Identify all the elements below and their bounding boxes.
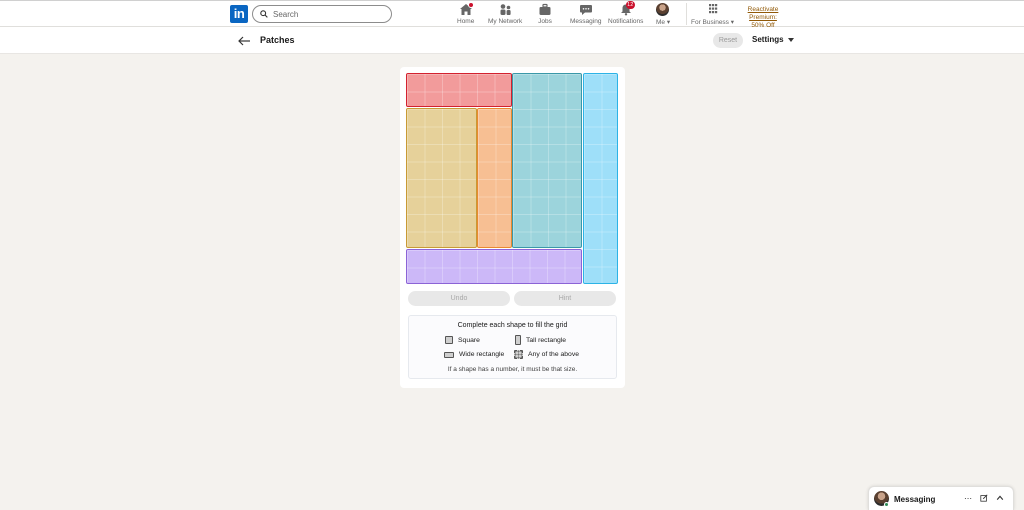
nav-jobs[interactable]: Jobs [538, 3, 552, 27]
compose-icon[interactable] [980, 494, 988, 504]
legend-note: If a shape has a number, it must be that… [447, 366, 578, 373]
top-nav: in Home My Network Jobs [0, 0, 1024, 29]
legend-square-label: Square [458, 336, 480, 344]
back-arrow-icon[interactable] [237, 34, 251, 46]
premium-line1: Reactivate Premium: [747, 6, 779, 21]
legend-any: Any of the above [514, 350, 579, 359]
home-icon [459, 2, 474, 16]
chevron-down-icon: ▾ [730, 19, 735, 26]
chat-icon [579, 3, 593, 16]
chevron-up-icon[interactable] [996, 494, 1004, 504]
puzzle-grid[interactable] [406, 73, 618, 285]
hint-button[interactable]: Hint [514, 291, 616, 306]
game-header: Patches Reset Settings [0, 27, 1024, 54]
nav-for-business-label: For Business ▾ [691, 19, 735, 26]
shape-legend: Complete each shape to fill the grid Squ… [408, 315, 617, 379]
nav-my-network-label: My Network [488, 18, 523, 25]
home-notification-dot [467, 2, 474, 8]
online-status-dot [884, 502, 889, 507]
nav-divider [686, 3, 687, 25]
nav-my-network[interactable]: My Network [488, 3, 522, 27]
legend-wide: Wide rectangle [444, 351, 504, 358]
game-controls: Undo Hint [408, 291, 616, 306]
legend-wide-label: Wide rectangle [459, 351, 505, 358]
game-card: Undo Hint Complete each shape to fill th… [400, 67, 625, 388]
page-title: Patches [260, 35, 295, 45]
network-icon [498, 3, 512, 16]
nav-jobs-label: Jobs [538, 18, 552, 25]
undo-button[interactable]: Undo [408, 291, 510, 306]
nav-home-label: Home [457, 18, 475, 25]
patch-purple[interactable] [406, 249, 582, 284]
messaging-title: Messaging [894, 495, 936, 504]
patch-teal[interactable] [512, 73, 582, 248]
caret-down-icon [787, 37, 794, 42]
bell-icon: 12 [619, 1, 635, 16]
patch-red[interactable] [406, 73, 512, 107]
settings-label: Settings [752, 35, 784, 44]
legend-square: Square [445, 336, 480, 344]
search-input[interactable] [273, 9, 383, 19]
grid-icon [706, 3, 720, 16]
notifications-count-badge: 12 [625, 1, 635, 9]
tall-rectangle-icon [515, 335, 521, 345]
wide-rectangle-icon [444, 351, 454, 358]
search-box[interactable] [252, 5, 392, 23]
avatar [656, 3, 670, 16]
nav-me-label: Me ▾ [656, 19, 671, 26]
patch-yellow[interactable] [406, 108, 477, 248]
nav-messaging-label: Messaging [570, 18, 602, 25]
briefcase-icon [538, 3, 552, 16]
legend-tall: Tall rectangle [515, 335, 566, 345]
more-options-icon[interactable]: ⋯ [964, 494, 972, 503]
square-shape-icon [445, 336, 453, 344]
nav-home[interactable]: Home [457, 2, 475, 27]
search-icon [260, 10, 268, 18]
settings-dropdown[interactable]: Settings [752, 35, 794, 44]
linkedin-logo[interactable]: in [230, 5, 248, 23]
patch-orange[interactable] [477, 108, 512, 248]
legend-any-label: Any of the above [528, 351, 580, 358]
reset-button[interactable]: Reset [713, 33, 743, 48]
legend-title: Complete each shape to fill the grid [457, 322, 568, 329]
nav-notifications[interactable]: 12 Notifications [608, 1, 644, 27]
patch-blue[interactable] [583, 73, 618, 284]
chevron-down-icon: ▾ [666, 19, 671, 26]
nav-messaging[interactable]: Messaging [570, 3, 601, 27]
nav-for-business[interactable]: For Business ▾ [691, 3, 734, 27]
any-shape-icon [514, 350, 523, 359]
nav-me[interactable]: Me ▾ [656, 3, 670, 27]
nav-notifications-label: Notifications [608, 18, 644, 25]
legend-tall-label: Tall rectangle [526, 336, 567, 344]
messaging-bar[interactable]: Messaging ⋯ [868, 486, 1014, 510]
